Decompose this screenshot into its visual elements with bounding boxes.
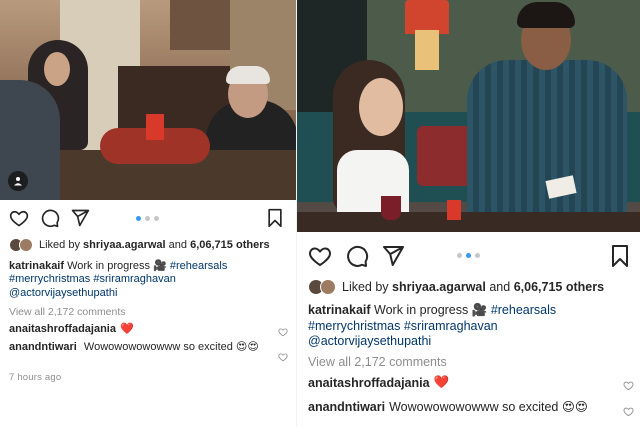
action-bar [297,244,640,270]
post-caption: katrinakaif Work in progress 🎥 #rehearsa… [308,303,638,350]
liked-by-prefix: Liked by [39,239,80,251]
photo-lamp [170,0,230,50]
caption-mention[interactable]: @actorvijaysethupathi [9,287,117,299]
avatar [19,238,33,252]
photo-lamp-glow [415,30,439,70]
heart-icon[interactable] [9,208,29,228]
carousel-indicator [457,253,480,258]
caption-username[interactable]: katrinakaif [9,260,64,272]
comment-text: ❤️ [119,323,134,335]
photo-glass [381,196,401,220]
bookmark-icon[interactable] [609,244,631,268]
photo-table [297,212,640,232]
comment-text: Wowowowowowww so excited 😍😍 [83,341,259,353]
comment-username[interactable]: anandntiwari [9,341,77,353]
likes-count[interactable]: 6,06,715 others [514,280,604,294]
liked-by-prefix: Liked by [342,280,389,294]
comment-username[interactable]: anandntiwari [308,400,385,414]
instagram-post-left: Liked by shriyaa.agarwal and 6,06,715 ot… [0,0,297,427]
action-bar [0,208,297,232]
comment-row: anaitashroffadajania ❤️ [308,375,449,390]
post-photo[interactable] [297,0,640,232]
caption-hashtag[interactable]: #rehearsals [170,260,227,272]
comment-like-heart-icon[interactable] [278,324,288,342]
carousel-dot [457,253,462,258]
photo-candle [447,200,461,220]
likes-row[interactable]: Liked by shriyaa.agarwal and 6,06,715 ot… [9,237,270,253]
carousel-dot-active [136,216,141,221]
post-photo[interactable] [0,0,297,200]
paper-plane-icon[interactable] [70,208,90,228]
post-timestamp: 7 hours ago [9,372,62,383]
comment-row: anandntiwari Wowowowowowww so excited 😍😍 [9,340,279,354]
carousel-dot [475,253,480,258]
photo-person-man-hair [226,66,270,84]
caption-username[interactable]: katrinakaif [308,303,371,317]
carousel-indicator [136,216,159,221]
avatar [320,279,336,295]
photo-person-man-shirt [467,60,627,232]
comment-like-heart-icon[interactable] [278,349,288,367]
photo-person-man-hair [517,2,575,28]
liker-avatars [9,238,35,252]
comment-row: anaitashroffadajania ❤️ [9,322,134,336]
liked-by-user[interactable]: shriyaa.agarwal [392,280,486,294]
caption-mention[interactable]: @actorvijaysethupathi [308,334,431,348]
comment-row: anandntiwari Wowowowowowww so excited 😍😍 [308,399,588,415]
caption-hashtags[interactable]: #merrychristmas #sriramraghavan [9,273,176,285]
heart-icon[interactable] [308,244,332,268]
carousel-dot [154,216,159,221]
likes-row[interactable]: Liked by shriyaa.agarwal and 6,06,715 ot… [308,278,604,296]
photo-person-woman-face [359,78,403,136]
liker-avatars [308,279,338,295]
photo-cushion [417,126,473,186]
comment-text: Wowowowowowww so excited 😍😍 [389,400,588,414]
carousel-dot-active [466,253,471,258]
liked-by-conj: and [489,280,511,294]
user-tag-icon[interactable] [8,171,28,191]
caption-emoji: 🎥 [471,303,488,317]
comment-like-heart-icon[interactable] [623,378,634,396]
photo-candle [146,114,164,140]
paper-plane-icon[interactable] [381,244,405,268]
photo-person-woman-face [44,52,70,86]
likes-count[interactable]: 6,06,715 others [190,239,270,251]
comment-icon[interactable] [345,244,369,268]
instagram-post-right: Liked by shriyaa.agarwal and 6,06,715 ot… [297,0,640,427]
caption-hashtags[interactable]: #merrychristmas #sriramraghavan [308,319,498,333]
bookmark-icon[interactable] [266,208,284,228]
caption-hashtag[interactable]: #rehearsals [491,303,556,317]
liked-by-conj: and [168,239,188,251]
post-caption: katrinakaif Work in progress 🎥 #rehearsa… [9,260,294,300]
comment-text: ❤️ [433,375,450,389]
comment-like-heart-icon[interactable] [623,404,634,422]
comment-username[interactable]: anaitashroffadajania [9,323,116,335]
carousel-dot [145,216,150,221]
view-all-comments-link[interactable]: View all 2,172 comments [308,355,447,369]
caption-text: Work in progress [67,260,151,272]
caption-emoji: 🎥 [153,260,167,272]
comment-username[interactable]: anaitashroffadajania [308,376,430,390]
comment-icon[interactable] [40,208,60,228]
view-all-comments-link[interactable]: View all 2,172 comments [9,306,126,318]
photo-lamp [405,0,449,34]
liked-by-user[interactable]: shriyaa.agarwal [83,239,166,251]
caption-text: Work in progress [374,303,469,317]
